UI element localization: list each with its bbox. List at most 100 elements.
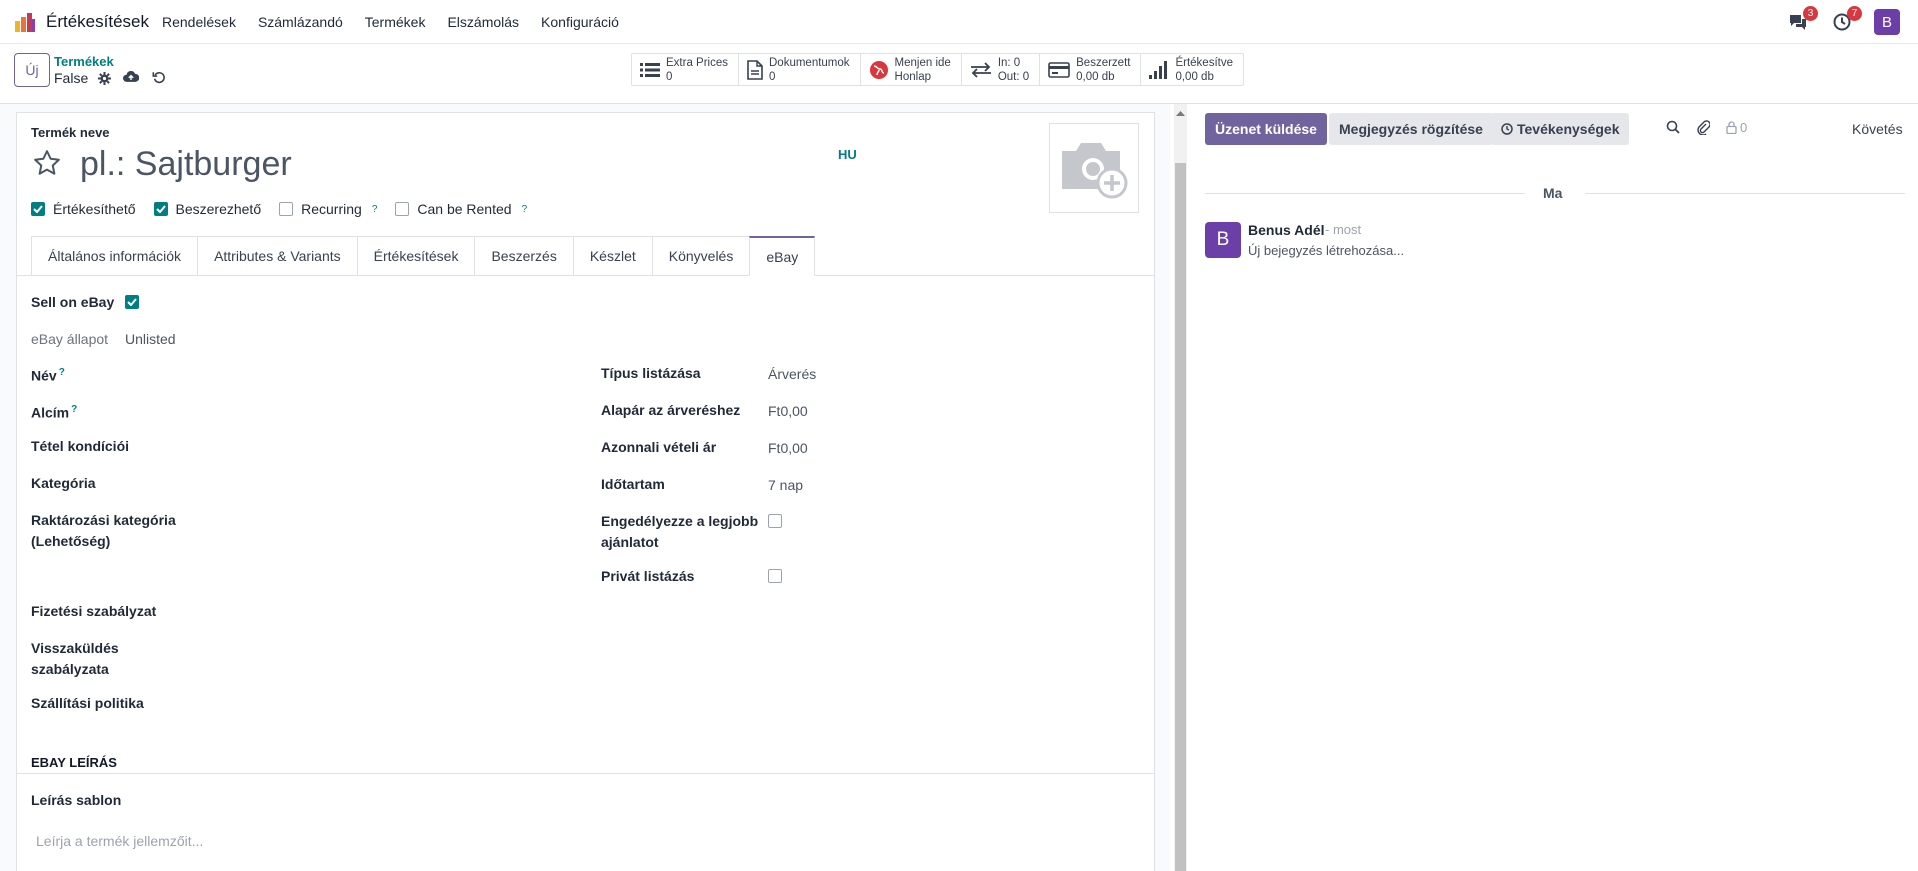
product-name-input[interactable]: pl.: Sajtburger — [80, 145, 292, 184]
category-label: Kategória — [31, 475, 96, 491]
gear-icon[interactable] — [98, 71, 112, 85]
menu-item-configuration[interactable]: Konfiguráció — [541, 14, 619, 30]
form-view — [0, 104, 1170, 871]
search-icon[interactable] — [1666, 120, 1680, 134]
language-switch[interactable]: HU — [838, 147, 857, 162]
description-editor[interactable]: Leírja a termék jellemzőit... — [36, 833, 203, 849]
transfer-icon — [970, 61, 991, 78]
date-separator-label: Ma — [1543, 185, 1563, 201]
menu-item-reporting[interactable]: Elszámolás — [447, 14, 519, 30]
chatter-tools: 0 — [1666, 119, 1747, 135]
message-body: Új bejegyzés létrehozása... — [1248, 243, 1405, 258]
buy-it-now-input[interactable]: Ft0,00 — [768, 440, 808, 456]
in-out-button[interactable]: In: 0 Out: 0 — [962, 54, 1041, 85]
chatter-panel — [1187, 104, 1918, 871]
record-name: False — [54, 70, 89, 86]
go-to-website-button[interactable]: Menjen ide Honlap — [861, 54, 962, 85]
return-policy-label: Visszaküldés szabályzata — [31, 640, 119, 677]
message-author-avatar[interactable]: B — [1205, 222, 1241, 258]
help-tooltip-icon[interactable]: ? — [372, 204, 378, 215]
favorite-star-icon[interactable] — [32, 148, 62, 178]
duration-label: Időtartam — [601, 476, 665, 492]
product-image-upload[interactable] — [1049, 123, 1139, 213]
recurring-checkbox[interactable]: Recurring? — [279, 201, 377, 217]
form-sheet — [16, 112, 1155, 871]
tab-general-information[interactable]: Általános információk — [31, 236, 198, 276]
checkbox-checked[interactable] — [31, 202, 45, 216]
sb-label: Beszerzett — [1076, 56, 1131, 69]
documents-button[interactable]: Dokumentumok 0 — [739, 54, 861, 85]
duration-select[interactable]: 7 nap — [768, 477, 803, 493]
checkbox-unchecked[interactable] — [395, 202, 410, 216]
lock-icon — [1726, 120, 1737, 134]
scroll-up-arrow-icon[interactable] — [1176, 110, 1185, 116]
user-avatar[interactable]: B — [1874, 9, 1900, 35]
activities-button[interactable]: Tevékenységek — [1491, 113, 1630, 145]
ebay-status-value: Unlisted — [125, 331, 176, 347]
systray: 3 7 B — [1786, 6, 1900, 35]
top-navbar: Értékesítések Rendelések Számlázandó Ter… — [0, 0, 1918, 44]
listing-type-select[interactable]: Árverés — [768, 366, 816, 382]
tab-accounting[interactable]: Könyvelés — [651, 236, 750, 276]
can-be-sold-checkbox[interactable]: Értékesíthető — [31, 201, 136, 217]
help-tooltip-icon[interactable]: ? — [522, 204, 528, 215]
smart-buttons: Extra Prices 0 Dokumentumok 0 Menjen ide Ho… — [631, 53, 1244, 86]
payment-policy-label: Fizetési szabályzat — [31, 603, 157, 619]
checkbox-label: Recurring — [301, 201, 362, 217]
start-price-input[interactable]: Ft0,00 — [768, 403, 808, 419]
menu-item-orders[interactable]: Rendelések — [162, 14, 236, 30]
app-name[interactable]: Értékesítések — [46, 12, 149, 32]
notebook-tabs: Általános információk Attributes & Varia… — [31, 236, 816, 276]
checkbox-label: Értékesíthető — [53, 201, 136, 217]
send-message-button[interactable]: Üzenet küldése — [1205, 113, 1327, 145]
best-offer-checkbox[interactable] — [768, 514, 782, 528]
ebay-status-label: eBay állapot — [31, 331, 109, 347]
paperclip-icon[interactable] — [1696, 119, 1710, 135]
can-be-rented-checkbox[interactable]: Can be Rented? — [395, 201, 527, 217]
tab-ebay[interactable]: eBay — [749, 236, 816, 276]
sold-button[interactable]: Értékesítve 0,00 db — [1141, 54, 1243, 85]
signal-icon — [1149, 60, 1168, 79]
purchased-button[interactable]: Beszerzett 0,00 db — [1040, 54, 1142, 85]
messaging-icon[interactable]: 3 — [1786, 6, 1818, 34]
follow-button[interactable]: Követés — [1852, 121, 1903, 137]
menu-item-to-invoice[interactable]: Számlázandó — [258, 14, 343, 30]
scrollbar-thumb[interactable] — [1175, 163, 1186, 871]
store-category-label: Raktározási kategória (Lehetőség) — [31, 512, 176, 549]
description-template-label: Leírás sablon — [31, 792, 122, 808]
list-icon — [640, 62, 660, 77]
sb-label: Értékesítve — [1175, 56, 1233, 69]
tab-purchase[interactable]: Beszerzés — [474, 236, 573, 276]
sb-value: 0,00 db — [1076, 70, 1115, 83]
sb-label: Menjen ide — [894, 56, 951, 69]
cloud-upload-icon[interactable] — [123, 70, 139, 83]
extra-prices-button[interactable]: Extra Prices 0 — [632, 54, 739, 85]
can-be-purchased-checkbox[interactable]: Beszerezhető — [153, 201, 262, 217]
private-listing-checkbox[interactable] — [768, 569, 782, 583]
sb-value: Honlap — [894, 70, 931, 83]
checkbox-unchecked[interactable] — [279, 202, 294, 216]
tab-sales[interactable]: Értékesítések — [356, 236, 475, 276]
help-tooltip-icon[interactable]: ? — [71, 404, 77, 415]
menu-item-products[interactable]: Termékek — [365, 14, 426, 30]
log-note-button[interactable]: Megjegyzés rögzítése — [1329, 113, 1493, 145]
activities-clock-icon[interactable]: 7 — [1830, 6, 1862, 34]
help-tooltip-icon[interactable]: ? — [59, 367, 65, 378]
product-name-label: Termék neve — [31, 125, 110, 140]
checkbox-label: Beszerezhető — [175, 201, 262, 217]
sell-on-ebay-checkbox[interactable] — [125, 295, 139, 309]
tab-attributes-variants[interactable]: Attributes & Variants — [197, 236, 357, 276]
followers-button[interactable]: 0 — [1726, 120, 1747, 135]
sb-label: Extra Prices — [666, 56, 728, 69]
sales-app-logo-icon[interactable] — [14, 11, 36, 33]
add-photo-icon — [1062, 143, 1128, 199]
item-condition-label: Tétel kondíciói — [31, 438, 130, 454]
discard-undo-icon[interactable] — [152, 70, 166, 84]
new-button[interactable]: Új — [14, 53, 50, 87]
checkbox-checked[interactable] — [153, 202, 168, 216]
clock-icon — [1501, 123, 1513, 135]
tab-inventory[interactable]: Készlet — [572, 236, 652, 276]
message-author[interactable]: Benus Adél — [1248, 222, 1325, 238]
sb-label: Dokumentumok — [769, 56, 850, 69]
breadcrumb[interactable]: Termékek — [54, 54, 114, 69]
